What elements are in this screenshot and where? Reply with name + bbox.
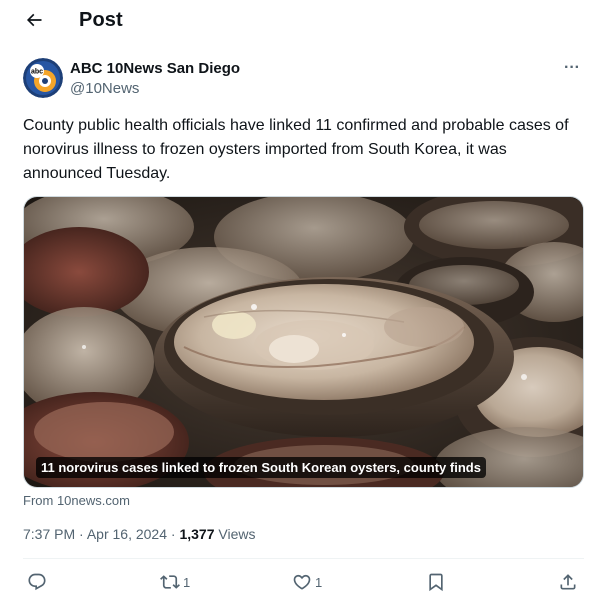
repost-button[interactable]: 1 <box>160 572 190 592</box>
avatar[interactable]: abc <box>23 58 63 98</box>
reply-icon <box>28 573 46 591</box>
back-button[interactable] <box>22 8 46 32</box>
post-meta: 7:37 PM · Apr 16, 2024 · 1,377 Views <box>23 526 255 542</box>
like-button[interactable]: 1 <box>292 572 322 592</box>
abc-logo-avatar: abc <box>23 58 63 98</box>
views-count: 1,377 <box>179 526 215 542</box>
repost-icon <box>160 575 180 589</box>
bookmark-icon <box>429 573 443 592</box>
heart-icon <box>293 574 311 590</box>
divider <box>23 558 584 559</box>
author-handle[interactable]: @10News <box>70 80 139 97</box>
share-button[interactable] <box>558 572 578 592</box>
more-button[interactable]: ··· <box>562 59 582 76</box>
page-title: Post <box>79 9 123 31</box>
oysters-photo <box>24 197 583 487</box>
author-name[interactable]: ABC 10News San Diego <box>70 60 240 77</box>
media-caption: 11 norovirus cases linked to frozen Sout… <box>36 457 486 478</box>
like-count: 1 <box>315 574 323 590</box>
repost-count: 1 <box>183 574 191 590</box>
action-bar: 1 1 <box>0 570 600 598</box>
post-time[interactable]: 7:37 PM <box>23 526 75 542</box>
source-link[interactable]: From 10news.com <box>23 493 130 508</box>
views-label: Views <box>218 526 256 542</box>
avatar-logo-text: abc <box>31 69 43 76</box>
share-icon <box>560 574 576 590</box>
tweet-text: County public health officials have link… <box>23 117 569 182</box>
meta-separator: · <box>79 526 84 542</box>
more-horizontal-icon: ··· <box>564 59 580 76</box>
arrow-left-icon <box>26 13 42 27</box>
link-card-image[interactable]: 11 norovirus cases linked to frozen Sout… <box>23 196 584 488</box>
post-date[interactable]: Apr 16, 2024 <box>87 526 167 542</box>
post-header: Post <box>0 0 600 44</box>
reply-button[interactable] <box>27 572 47 592</box>
bookmark-button[interactable] <box>426 572 446 592</box>
meta-separator-2: · <box>170 526 176 542</box>
